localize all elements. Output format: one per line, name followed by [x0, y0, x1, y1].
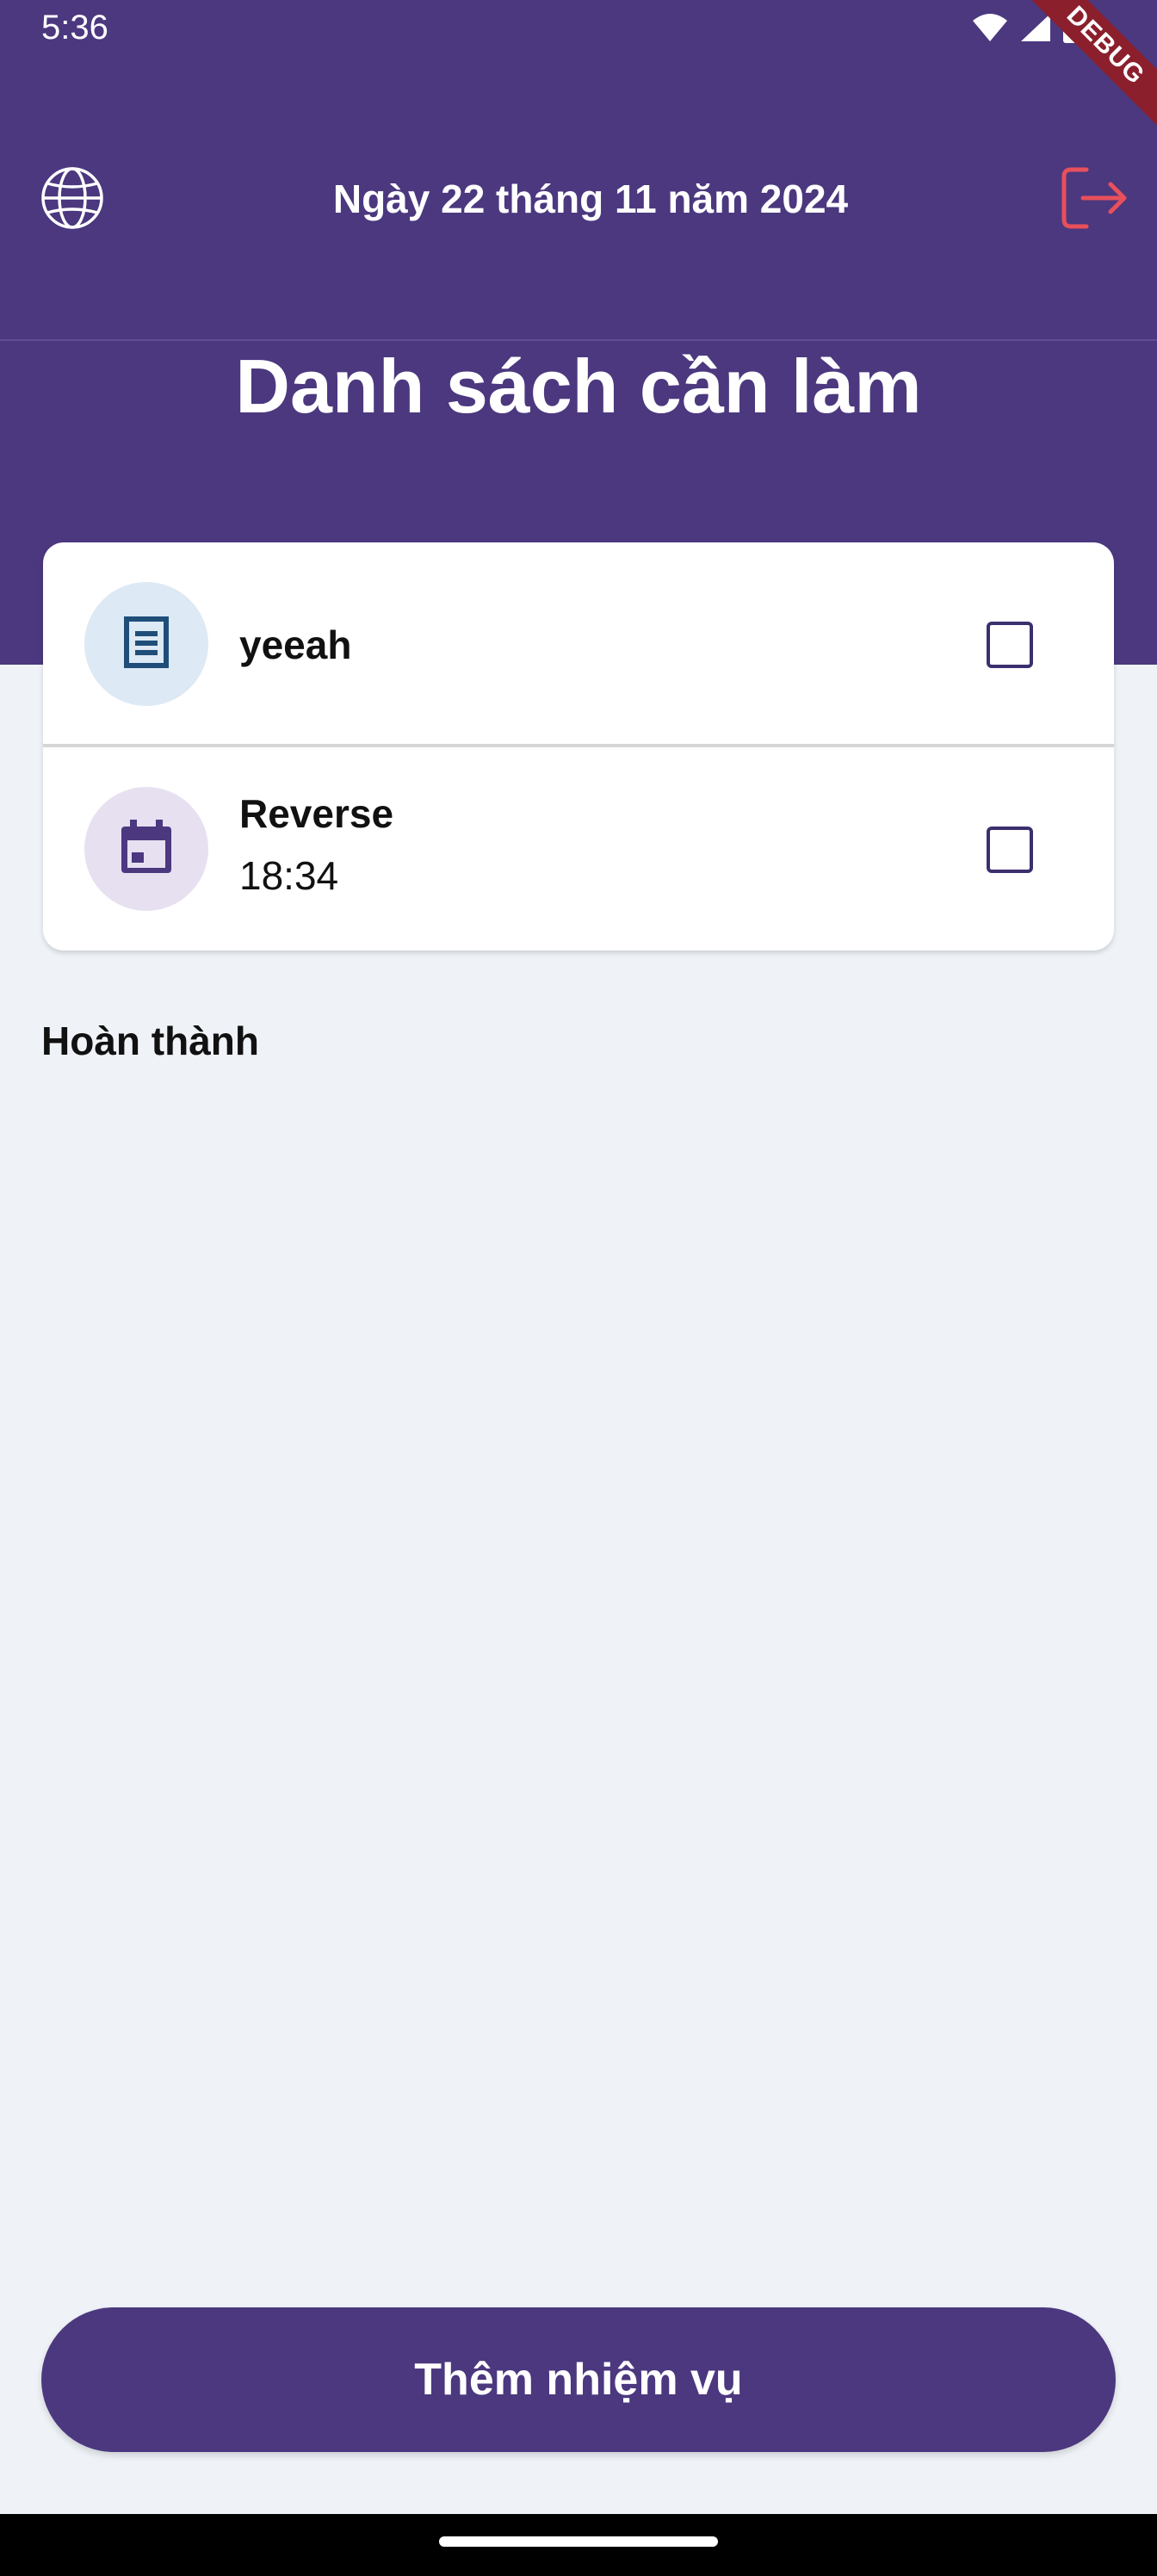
signal-icon: [1019, 12, 1052, 47]
logout-button[interactable]: [1057, 165, 1131, 234]
system-navigation-bar: [0, 2514, 1157, 2576]
calendar-icon: [120, 819, 173, 879]
completed-section-label: Hoàn thành: [41, 1019, 259, 1063]
task-title: Reverse: [239, 791, 394, 836]
task-item[interactable]: Reverse 18:34: [43, 747, 1114, 951]
app-bar: Ngày 22 tháng 11 năm 2024: [0, 146, 1157, 253]
home-handle[interactable]: [439, 2536, 718, 2547]
status-time: 5:36: [41, 9, 108, 46]
task-checkbox[interactable]: [987, 827, 1033, 873]
task-avatar: [84, 787, 208, 911]
header-divider: [0, 339, 1157, 341]
status-bar: 5:36: [0, 0, 1157, 60]
document-icon: [122, 615, 170, 674]
task-checkbox[interactable]: [987, 622, 1033, 668]
add-task-button[interactable]: Thêm nhiệm vụ: [41, 2307, 1116, 2452]
logout-icon: [1061, 166, 1128, 234]
current-date: Ngày 22 tháng 11 năm 2024: [332, 176, 849, 221]
wifi-icon: [971, 12, 1009, 47]
task-list: yeeah Reverse 18:34: [43, 542, 1114, 951]
task-time: 18:34: [239, 853, 339, 898]
task-item[interactable]: yeeah: [43, 542, 1114, 747]
page-title: Danh sách cần làm: [235, 344, 922, 429]
task-avatar: [84, 582, 208, 706]
task-title: yeeah: [239, 622, 352, 667]
